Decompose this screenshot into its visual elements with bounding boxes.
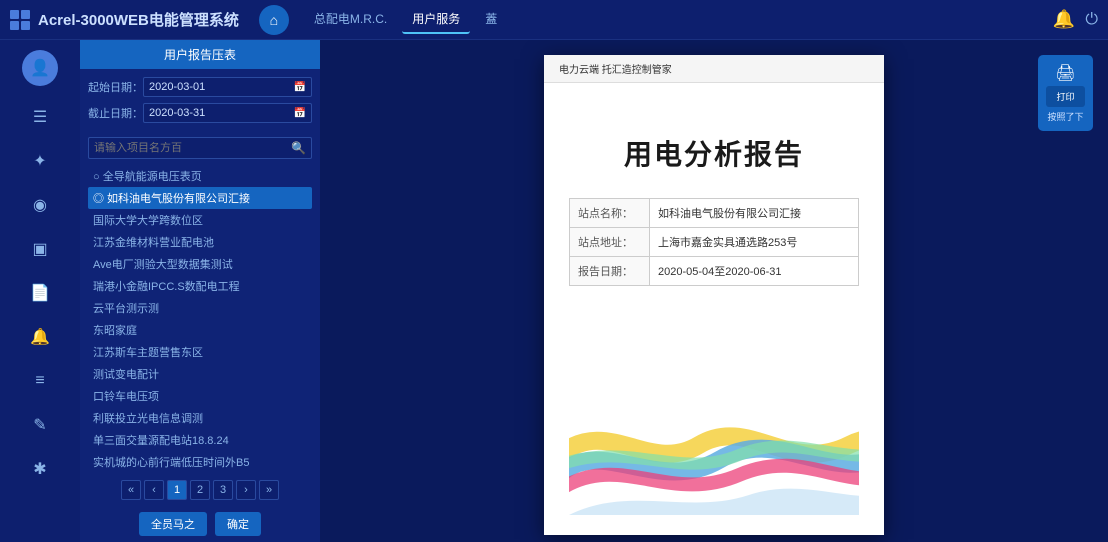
calendar-icon-2: 📅	[294, 108, 306, 119]
search-box[interactable]: 🔍	[88, 137, 312, 159]
nav-menu: 总配电M.R.C. 用户服务 蓋	[304, 5, 1053, 34]
calendar-icon: 📅	[294, 82, 306, 93]
info-row-0: 站点名称： 如科油电气股份有限公司汇接	[570, 199, 858, 228]
confirm-button[interactable]: 确定	[215, 512, 261, 536]
tree-item-1[interactable]: ◎ 如科油电气股份有限公司汇接	[88, 187, 312, 209]
report-document: 电力云端 托汇造控制管家 用电分析报告 站点名称： 如科油电气股份有限公司汇接 …	[544, 55, 884, 535]
float-sub-label: 按照了下	[1047, 110, 1083, 123]
nav-menu-item-3[interactable]: 蓋	[475, 5, 507, 34]
page-2[interactable]: 2	[190, 480, 210, 500]
tree-item-0[interactable]: ○ 全导航能源电压表页	[88, 165, 312, 187]
end-date-input[interactable]: 2020-03-31 📅	[143, 103, 312, 123]
left-panel: 用户报告压表 起始日期： 2020-03-01 📅 截止日期： 2020-03-…	[80, 40, 320, 542]
tree-list: ○ 全导航能源电压表页 ◎ 如科油电气股份有限公司汇接 国际大学大学跨数位区 江…	[80, 165, 320, 474]
main-content: 👤 ☰ ✦ ◉ ▣ 📄 🔔 ≡ ✎ ✱ 用户报告压表 起始日期： 2020-03…	[0, 40, 1108, 542]
sidebar-icon-edit[interactable]: ✎	[22, 407, 58, 443]
search-input[interactable]	[94, 142, 291, 154]
panel-footer: 全员马之 确定	[80, 506, 320, 542]
info-row-1: 站点地址： 上海市嘉金实具通选路253号	[570, 228, 858, 257]
start-date-label: 起始日期：	[88, 79, 143, 95]
tree-item-11[interactable]: 利联投立光电信息调测	[88, 407, 312, 429]
sidebar-icon-settings[interactable]: ✱	[22, 451, 58, 487]
sidebar-icon-menu[interactable]: ☰	[22, 99, 58, 135]
sidebar-icon-list[interactable]: ≡	[22, 363, 58, 399]
report-info-table: 站点名称： 如科油电气股份有限公司汇接 站点地址： 上海市嘉金实具通选路253号…	[569, 198, 859, 286]
power-icon[interactable]: ⏻	[1085, 11, 1098, 29]
right-content: 电力云端 托汇造控制管家 用电分析报告 站点名称： 如科油电气股份有限公司汇接 …	[320, 40, 1108, 542]
report-title: 用电分析报告	[569, 133, 859, 173]
info-value-2: 2020-05-04至2020-06-31	[650, 257, 790, 285]
tree-item-5[interactable]: 瑞港小金融IPCC.S数配电工程	[88, 275, 312, 297]
start-date-input[interactable]: 2020-03-01 📅	[143, 77, 312, 97]
print-button[interactable]: 打印	[1046, 86, 1085, 107]
sidebar-icon-grid[interactable]: ▣	[22, 231, 58, 267]
page-next[interactable]: ›	[236, 480, 256, 500]
report-body: 用电分析报告 站点名称： 如科油电气股份有限公司汇接 站点地址： 上海市嘉金实具…	[544, 83, 884, 535]
tree-item-9[interactable]: 测试变电配计	[88, 363, 312, 385]
printer-icon: 🖨	[1055, 63, 1075, 83]
tree-item-12[interactable]: 单三面交量源配电站18.8.24	[88, 429, 312, 451]
tree-item-10[interactable]: 口铃车电压项	[88, 385, 312, 407]
report-header-text: 电力云端 托汇造控制管家	[559, 61, 672, 76]
tree-item-2[interactable]: 国际大学大学跨数位区	[88, 209, 312, 231]
app-title: Acrel-3000WEB电能管理系统	[38, 9, 239, 30]
info-row-2: 报告日期： 2020-05-04至2020-06-31	[570, 257, 858, 285]
info-label-2: 报告日期：	[570, 257, 650, 285]
page-first[interactable]: «	[121, 480, 141, 500]
tree-item-4[interactable]: Ave电厂测验大型数据集测试	[88, 253, 312, 275]
wave-decoration	[569, 395, 859, 515]
end-date-label: 截止日期：	[88, 105, 143, 121]
info-label-1: 站点地址：	[570, 228, 650, 256]
logo-icon	[10, 10, 30, 30]
left-sidebar: 👤 ☰ ✦ ◉ ▣ 📄 🔔 ≡ ✎ ✱	[0, 40, 80, 542]
page-prev[interactable]: ‹	[144, 480, 164, 500]
nav-menu-item-1[interactable]: 总配电M.R.C.	[304, 5, 397, 34]
tree-item-13[interactable]: 实机城的心前行端低压时间外B5	[88, 451, 312, 473]
nav-menu-item-2[interactable]: 用户服务	[402, 5, 470, 34]
search-icon: 🔍	[291, 141, 306, 155]
user-avatar[interactable]: 👤	[22, 50, 58, 86]
tree-item-6[interactable]: 云平台测示测	[88, 297, 312, 319]
nav-right: 🔔 ⏻	[1053, 9, 1098, 30]
report-header-bar: 电力云端 托汇造控制管家	[544, 55, 884, 83]
tree-item-7[interactable]: 东昭家庭	[88, 319, 312, 341]
float-panel: 🖨 打印 按照了下	[1038, 55, 1093, 131]
start-date-row: 起始日期： 2020-03-01 📅	[88, 77, 312, 97]
panel-header: 用户报告压表	[80, 40, 320, 69]
end-date-row: 截止日期： 2020-03-31 📅	[88, 103, 312, 123]
panel-form: 起始日期： 2020-03-01 📅 截止日期： 2020-03-31 📅	[80, 69, 320, 137]
info-value-0: 如科油电气股份有限公司汇接	[650, 199, 809, 227]
page-last[interactable]: »	[259, 480, 279, 500]
info-value-1: 上海市嘉金实具通选路253号	[650, 228, 805, 256]
page-1[interactable]: 1	[167, 480, 187, 500]
info-label-0: 站点名称：	[570, 199, 650, 227]
top-nav: Acrel-3000WEB电能管理系统 ⌂ 总配电M.R.C. 用户服务 蓋 🔔…	[0, 0, 1108, 40]
sidebar-icon-report[interactable]: 📄	[22, 275, 58, 311]
sidebar-icon-star[interactable]: ✦	[22, 143, 58, 179]
sidebar-icon-chart[interactable]: ◉	[22, 187, 58, 223]
pagination: « ‹ 1 2 3 › »	[80, 474, 320, 506]
page-3[interactable]: 3	[213, 480, 233, 500]
tree-item-8[interactable]: 江苏斯车主题营售东区	[88, 341, 312, 363]
sidebar-icon-alert[interactable]: 🔔	[22, 319, 58, 355]
home-button[interactable]: ⌂	[259, 5, 289, 35]
generate-button[interactable]: 全员马之	[139, 512, 207, 536]
tree-item-3[interactable]: 江苏金维材料营业配电池	[88, 231, 312, 253]
notification-icon[interactable]: 🔔	[1053, 9, 1075, 30]
